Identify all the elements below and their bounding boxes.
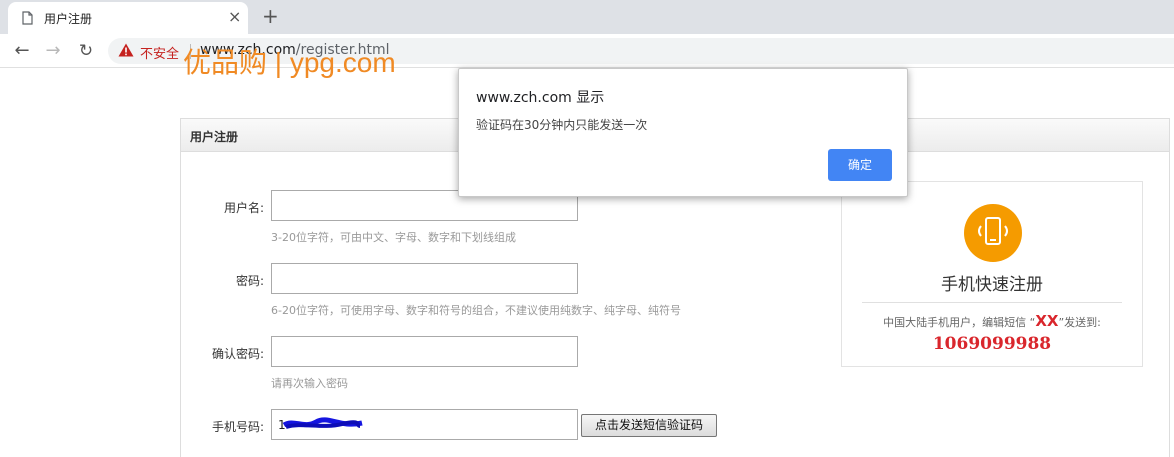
document-icon [22, 11, 33, 25]
username-label: 用户名: [223, 201, 264, 215]
redaction-scribble [282, 417, 363, 429]
site-logo[interactable]: 优品购 | ypg.com [183, 46, 396, 80]
password-input[interactable] [271, 263, 578, 294]
send-sms-code-button[interactable]: 点击发送短信验证码 [581, 414, 717, 437]
phone-input[interactable]: 1 [271, 409, 578, 440]
password-hint: 6-20位字符，可使用字母、数字和符号的组合，不建议使用纯数字、纯字母、纯符号 [271, 304, 681, 317]
desc-suffix: ”发送到: [1058, 316, 1101, 329]
toolbar: ← → ↻ 不安全 www.zch.com/register.html [0, 34, 1174, 68]
confirm-password-label: 确认密码: [211, 347, 264, 361]
mobile-phone-icon [964, 204, 1022, 262]
warning-icon [118, 43, 134, 57]
back-arrow-icon[interactable]: ← [10, 40, 34, 62]
dialog-message: 验证码在30分钟内只能发送一次 [476, 118, 648, 132]
username-hint: 3-20位字符，可由中文、字母、数字和下划线组成 [271, 231, 516, 244]
tab-title: 用户注册 [44, 12, 93, 26]
sms-number: 1069099988 [932, 334, 1052, 354]
quick-register-title: 手机快速注册 [941, 275, 1043, 295]
quick-register-box: 手机快速注册 中国大陆手机用户，编辑短信 “XX”发送到: 1069099988 [841, 181, 1143, 367]
desc-prefix: 中国大陆手机用户，编辑短信 “ [883, 316, 1036, 329]
quick-register-desc: 中国大陆手机用户，编辑短信 “XX”发送到: [842, 312, 1142, 330]
tab-strip: 用户注册 × + [0, 0, 1174, 34]
dialog-title: www.zch.com 显示 [476, 90, 605, 106]
security-status[interactable]: 不安全 [140, 43, 179, 62]
browser-tab[interactable]: 用户注册 × [8, 2, 248, 34]
forward-arrow-icon[interactable]: → [41, 40, 65, 62]
alert-dialog: www.zch.com 显示 验证码在30分钟内只能发送一次 确定 [458, 68, 908, 197]
reload-icon[interactable]: ↻ [74, 40, 98, 62]
new-tab-icon[interactable]: + [262, 4, 279, 28]
confirm-password-input[interactable] [271, 336, 578, 367]
password-label: 密码: [235, 274, 264, 288]
sms-keyword: XX [1035, 312, 1059, 330]
dialog-ok-button[interactable]: 确定 [828, 149, 892, 181]
phone-label: 手机号码: [211, 420, 264, 434]
tab-close-icon[interactable]: × [228, 8, 241, 26]
confirm-password-hint: 请再次输入密码 [271, 377, 348, 390]
divider [862, 302, 1122, 303]
